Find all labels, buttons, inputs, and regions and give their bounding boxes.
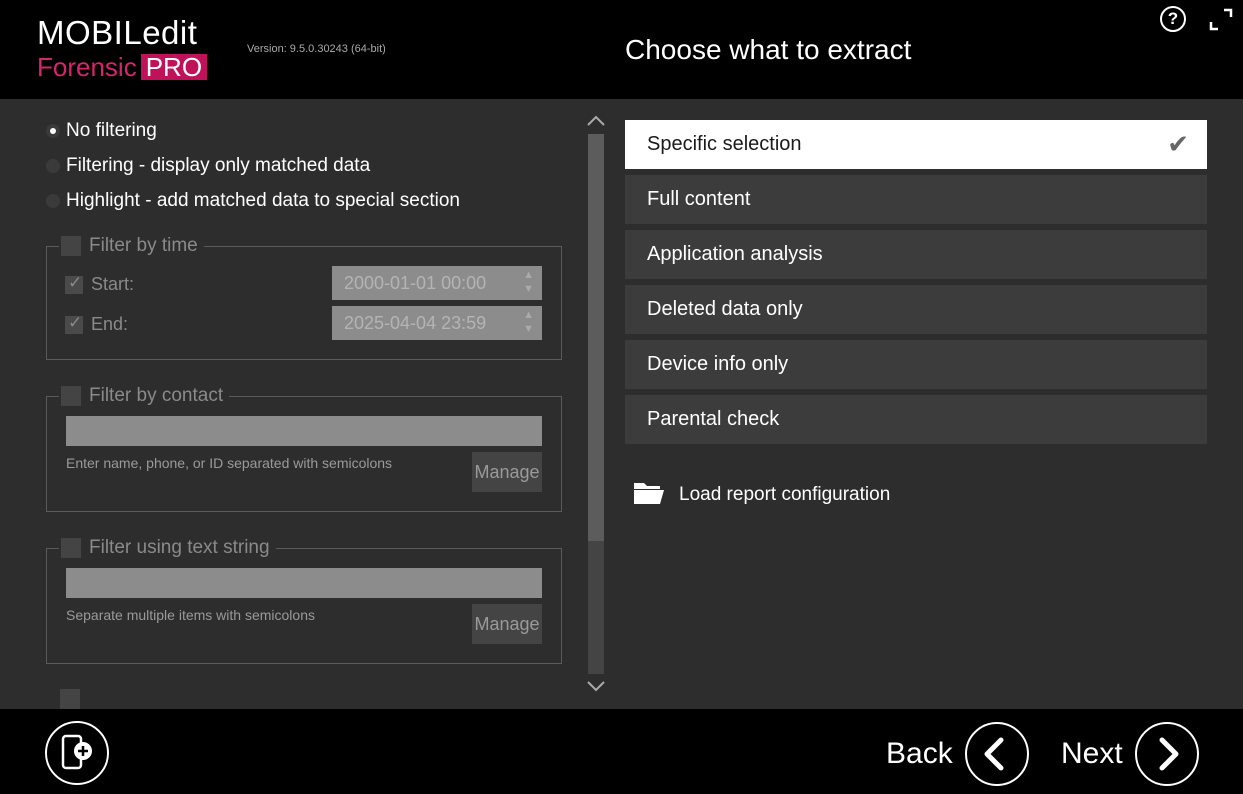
scroll-down-icon[interactable] xyxy=(585,678,607,694)
filter-by-text-checkbox[interactable] xyxy=(61,538,81,558)
manage-text-button[interactable]: Manage xyxy=(472,604,542,644)
filter-by-time-group: Filter by time Start: 2000-01-01 00:00 ▲… xyxy=(46,235,562,360)
contact-filter-input[interactable] xyxy=(66,416,542,446)
logo-forensic: Forensic xyxy=(37,52,137,82)
back-label: Back xyxy=(886,737,953,770)
checkmark-icon: ✔ xyxy=(1167,129,1189,159)
filter-by-time-label: Filter by time xyxy=(89,235,198,256)
option-application-analysis[interactable]: Application analysis xyxy=(625,230,1207,279)
radio-label: Filtering - display only matched data xyxy=(66,155,371,176)
scrollbar-thumb[interactable] xyxy=(588,134,604,541)
logo-subtitle: Forensic PRO xyxy=(37,52,208,83)
scroll-up-icon[interactable] xyxy=(585,113,607,129)
page-title: Choose what to extract xyxy=(625,34,912,65)
filter-by-contact-checkbox[interactable] xyxy=(61,386,81,406)
option-label: Full content xyxy=(647,188,751,210)
option-label: Application analysis xyxy=(647,243,823,265)
start-label: Start: xyxy=(91,274,135,294)
partial-checkbox[interactable] xyxy=(60,689,80,709)
radio-indicator xyxy=(46,124,60,138)
end-label: End: xyxy=(91,314,129,334)
filter-by-text-group: Filter using text string Separate multip… xyxy=(46,537,562,664)
option-deleted-data-only[interactable]: Deleted data only xyxy=(625,285,1207,334)
end-datetime-input[interactable]: 2025-04-04 23:59 ▲ ▼ xyxy=(332,306,542,340)
option-label: Parental check xyxy=(647,408,780,430)
main-area: No filtering Filtering - display only ma… xyxy=(0,99,1243,709)
filter-by-text-label: Filter using text string xyxy=(89,537,270,558)
radio-highlight[interactable]: Highlight - add matched data to special … xyxy=(46,189,460,213)
start-datetime-input[interactable]: 2000-01-01 00:00 ▲ ▼ xyxy=(332,266,542,300)
text-filter-input[interactable] xyxy=(66,568,542,598)
radio-indicator xyxy=(46,194,60,208)
add-device-icon xyxy=(61,734,92,770)
spinner-arrows-icon[interactable]: ▲ ▼ xyxy=(523,268,534,296)
manage-contacts-button[interactable]: Manage xyxy=(472,452,542,492)
fullscreen-icon[interactable] xyxy=(1208,6,1234,32)
start-checkbox[interactable] xyxy=(65,273,83,294)
spinner-arrows-icon[interactable]: ▲ ▼ xyxy=(523,308,534,336)
filter-by-text-legend[interactable]: Filter using text string xyxy=(59,537,276,559)
end-datetime-value: 2025-04-04 23:59 xyxy=(344,313,487,333)
folder-open-icon xyxy=(633,479,665,510)
contact-filter-hint: Enter name, phone, or ID separated with … xyxy=(66,455,393,471)
chevron-left-icon xyxy=(964,722,1029,786)
option-parental-check[interactable]: Parental check xyxy=(625,395,1207,444)
load-report-configuration-button[interactable]: Load report configuration xyxy=(633,479,890,510)
option-specific-selection[interactable]: Specific selection ✔ xyxy=(625,120,1207,169)
start-datetime-value: 2000-01-01 00:00 xyxy=(344,273,487,293)
load-report-configuration-label: Load report configuration xyxy=(679,483,891,505)
option-device-info-only[interactable]: Device info only xyxy=(625,340,1207,389)
end-row: End: xyxy=(65,313,129,335)
help-button[interactable]: ? xyxy=(1160,6,1186,32)
end-checkbox[interactable] xyxy=(65,313,83,334)
start-row: Start: xyxy=(65,273,135,295)
option-full-content[interactable]: Full content xyxy=(625,175,1207,224)
text-filter-hint: Separate multiple items with semicolons xyxy=(66,607,315,623)
filter-by-contact-label: Filter by contact xyxy=(89,385,224,406)
logo-pro-badge: PRO xyxy=(140,54,208,80)
next-button[interactable]: Next xyxy=(1061,722,1199,786)
option-label: Specific selection xyxy=(647,133,802,155)
next-label: Next xyxy=(1061,737,1123,770)
radio-label: Highlight - add matched data to special … xyxy=(66,190,460,211)
logo-title: MOBILedit xyxy=(37,14,198,51)
version-label: Version: 9.5.0.30243 (64-bit) xyxy=(247,43,386,55)
filter-by-contact-group: Filter by contact Enter name, phone, or … xyxy=(46,385,562,512)
back-button[interactable]: Back xyxy=(886,722,1029,786)
add-device-button[interactable] xyxy=(45,721,109,785)
footer: Back Next xyxy=(0,709,1243,794)
filter-by-time-legend[interactable]: Filter by time xyxy=(59,235,204,257)
radio-indicator xyxy=(46,159,60,173)
radio-filtering[interactable]: Filtering - display only matched data xyxy=(46,154,370,178)
option-label: Deleted data only xyxy=(647,298,803,320)
radio-no-filtering[interactable]: No filtering xyxy=(46,119,157,143)
chevron-right-icon xyxy=(1134,722,1199,786)
header: MOBILedit Forensic PRO Version: 9.5.0.302… xyxy=(0,0,1243,99)
radio-label: No filtering xyxy=(66,120,157,141)
filter-by-contact-legend[interactable]: Filter by contact xyxy=(59,385,230,407)
option-label: Device info only xyxy=(647,353,789,375)
filter-by-time-checkbox[interactable] xyxy=(61,236,81,256)
